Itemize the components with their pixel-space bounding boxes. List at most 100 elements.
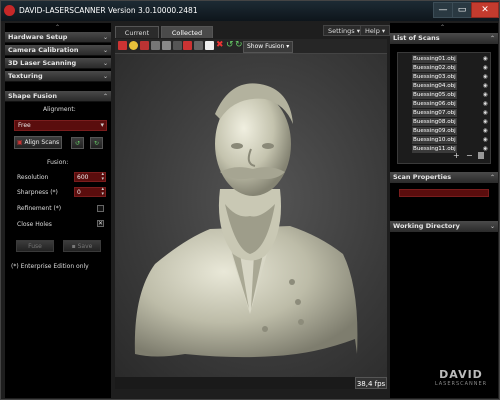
section-texturing[interactable]: Texturing ⌄: [5, 71, 111, 82]
eye-icon[interactable]: ◉: [482, 73, 489, 81]
plus-icon[interactable]: +: [453, 151, 460, 160]
scan-name: Buessing09.obj: [412, 127, 457, 135]
eye-icon[interactable]: ◉: [482, 136, 489, 144]
list-item[interactable]: Buessing09.obj ◉: [399, 127, 489, 135]
show-fusion-dropdown[interactable]: Show Fusion ▾: [243, 41, 294, 53]
eye-icon[interactable]: ◉: [482, 91, 489, 99]
section-3d-laser-scanning[interactable]: 3D Laser Scanning ⌄: [5, 58, 111, 69]
stepper-arrows-icon[interactable]: ▴ ▾: [101, 187, 104, 197]
undo-button[interactable]: ↺: [71, 137, 84, 149]
tab-collected-scans[interactable]: Collected Scans: [161, 26, 213, 49]
redo-icon: ↻: [93, 140, 100, 147]
logo-main-text: DAVID: [439, 368, 483, 381]
eye-icon[interactable]: ◉: [482, 127, 489, 135]
chevron-down-icon: ▾: [100, 121, 104, 129]
save-label: Save: [77, 243, 93, 250]
list-of-scans-title: List of Scans: [393, 34, 440, 42]
list-of-scans-header[interactable]: List of Scans ⌃: [390, 33, 498, 44]
list-item[interactable]: Buessing11.obj ◉: [399, 145, 489, 153]
minus-icon[interactable]: −: [466, 151, 473, 160]
eye-icon[interactable]: ◉: [482, 55, 489, 63]
working-directory-title: Working Directory: [393, 222, 460, 230]
3d-viewport[interactable]: [115, 54, 387, 377]
select-icon[interactable]: [183, 41, 192, 50]
camera-icon[interactable]: [173, 41, 182, 50]
app-logo-icon: [4, 5, 15, 16]
list-item[interactable]: Buessing05.obj ◉: [399, 91, 489, 99]
list-item[interactable]: Buessing07.obj ◉: [399, 109, 489, 117]
align-scans-label: Align Scans: [24, 139, 60, 146]
scan-properties-header[interactable]: Scan Properties ⌃: [390, 172, 498, 183]
eye-icon[interactable]: ◉: [482, 82, 489, 90]
fusion-label: Fusion:: [47, 159, 69, 166]
list-item[interactable]: Buessing10.obj ◉: [399, 136, 489, 144]
scan-properties-title: Scan Properties: [393, 173, 452, 181]
pen-icon[interactable]: [205, 41, 214, 50]
collapse-up-icon[interactable]: ⌃: [55, 24, 60, 31]
delete-icon[interactable]: ✖: [216, 41, 225, 50]
texture-icon[interactable]: [140, 41, 149, 50]
eye-icon[interactable]: ◉: [482, 109, 489, 117]
tab-current-scan[interactable]: Current Scan: [115, 26, 159, 49]
trash-icon[interactable]: [478, 152, 484, 159]
help-menu[interactable]: Help ▾: [360, 25, 391, 36]
fuse-button[interactable]: Fuse: [16, 240, 54, 252]
record-icon[interactable]: [118, 41, 127, 50]
chevron-down-icon: ⌄: [102, 47, 108, 54]
refinement-checkbox[interactable]: [97, 205, 104, 212]
align-scans-button[interactable]: ▣ Align Scans: [14, 136, 62, 149]
section-camera-calibration[interactable]: Camera Calibration ⌄: [5, 45, 111, 56]
layers-icon[interactable]: [162, 41, 171, 50]
eye-icon[interactable]: ◉: [482, 64, 489, 72]
section-label: Camera Calibration: [8, 46, 79, 54]
alignment-label: Alignment:: [43, 106, 76, 113]
eye-icon[interactable]: ◉: [482, 118, 489, 126]
close-button[interactable]: ✕: [471, 2, 499, 18]
scan-properties-field[interactable]: [399, 189, 489, 197]
alignment-dropdown[interactable]: Free ▾: [14, 120, 107, 131]
stepper-arrows-icon[interactable]: ▴ ▾: [101, 172, 104, 182]
undo-icon[interactable]: ↺: [226, 41, 235, 50]
collapse-up-icon[interactable]: ⌃: [440, 24, 445, 31]
chevron-down-icon: ⌄: [489, 223, 495, 230]
list-item[interactable]: Buessing04.obj ◉: [399, 82, 489, 90]
section-hardware-setup[interactable]: Hardware Setup ⌄: [5, 32, 111, 43]
chevron-up-icon: ⌃: [102, 93, 108, 100]
sharpness-label: Sharpness (*): [17, 189, 58, 196]
footnote: (*) Enterprise Edition only: [11, 263, 89, 270]
scan-name: Buessing04.obj: [412, 82, 457, 90]
scan-list[interactable]: Buessing01.obj ◉ Buessing02.obj ◉ Buessing03…: [397, 52, 491, 164]
settings-menu[interactable]: Settings ▾: [323, 25, 365, 36]
view-toolbar: ✖ ↺ ↻ Show Fusion ▾: [115, 39, 387, 54]
title-bar: DAVID-LASERSCANNER Version 3.0.10000.248…: [1, 1, 499, 21]
resolution-value: 600: [77, 173, 89, 181]
eye-icon[interactable]: ◉: [482, 100, 489, 108]
view-icon[interactable]: [194, 41, 203, 50]
close-holes-label: Close Holes: [17, 221, 52, 228]
list-item[interactable]: Buessing03.obj ◉: [399, 73, 489, 81]
resolution-stepper[interactable]: 600 ▴ ▾: [74, 172, 106, 182]
scan-name: Buessing03.obj: [412, 73, 457, 81]
undo-icon: ↺: [74, 140, 81, 147]
maximize-button[interactable]: ▭: [452, 2, 472, 18]
main-window: DAVID-LASERSCANNER Version 3.0.10000.248…: [0, 0, 500, 400]
list-item[interactable]: Buessing02.obj ◉: [399, 64, 489, 72]
scan-name: Buessing07.obj: [412, 109, 457, 117]
status-bar: 38,4 fps: [115, 377, 387, 389]
sharpness-stepper[interactable]: 0 ▴ ▾: [74, 187, 106, 197]
minimize-button[interactable]: —: [433, 2, 453, 18]
logo-sub-text: LASERSCANNER: [434, 381, 488, 387]
list-item[interactable]: Buessing01.obj ◉: [399, 55, 489, 63]
save-button[interactable]: ▪ Save: [63, 240, 101, 252]
chevron-down-icon: ⌄: [102, 34, 108, 41]
grid-icon[interactable]: [151, 41, 160, 50]
fps-counter: 38,4 fps: [355, 377, 387, 389]
scan-name: Buessing11.obj: [412, 145, 457, 153]
redo-button[interactable]: ↻: [90, 137, 103, 149]
light-icon[interactable]: [129, 41, 138, 50]
working-directory-header[interactable]: Working Directory ⌄: [390, 221, 498, 232]
section-shape-fusion[interactable]: Shape Fusion ⌃: [5, 91, 111, 102]
list-item[interactable]: Buessing06.obj ◉: [399, 100, 489, 108]
close-holes-checkbox[interactable]: ✕: [97, 220, 104, 227]
list-item[interactable]: Buessing08.obj ◉: [399, 118, 489, 126]
